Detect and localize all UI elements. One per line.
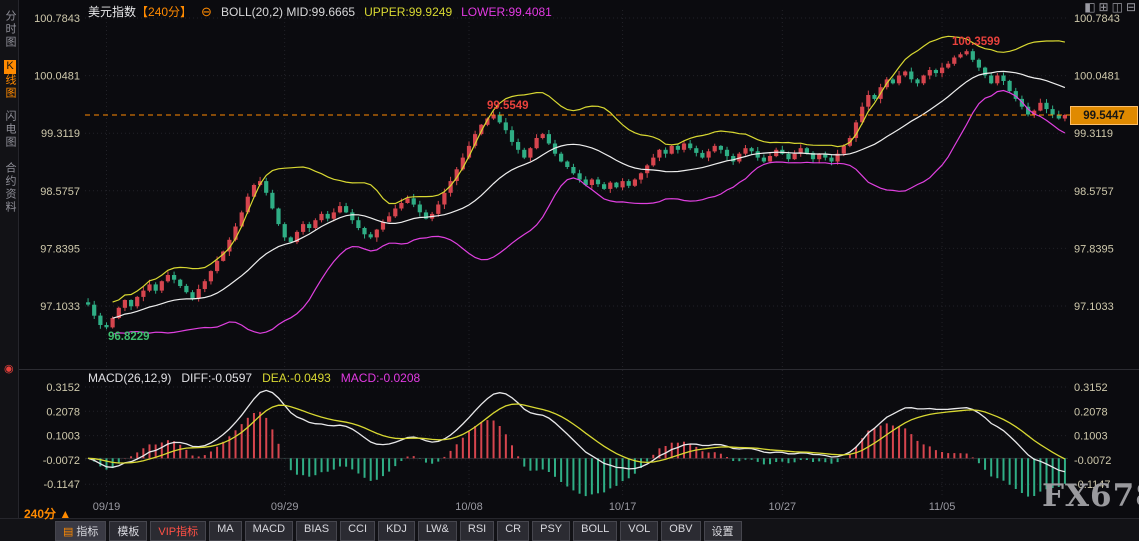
chevron-up-icon: ▲ [59, 507, 72, 521]
svg-text:97.1033: 97.1033 [40, 301, 80, 313]
tab-settings[interactable]: 设置 [703, 521, 742, 541]
svg-text:-0.0072: -0.0072 [43, 455, 80, 467]
svg-text:99.3119: 99.3119 [41, 128, 80, 140]
layout-split-left-icon[interactable]: ◧ [1084, 0, 1095, 14]
collapse-icon[interactable]: ⊖ [201, 4, 212, 20]
sidebar-item-kline-chart[interactable]: K线图 [3, 60, 16, 100]
indicator-grid-icon: ▤ [63, 526, 74, 538]
svg-text:09/19: 09/19 [93, 501, 121, 513]
macd-histogram [93, 411, 1066, 497]
tab-template[interactable]: 模板 [109, 521, 148, 541]
boll-mid-value: MID:99.6665 [286, 4, 356, 19]
svg-text:-0.0072: -0.0072 [1074, 455, 1111, 467]
boll-lower-value: LOWER:99.4081 [461, 4, 552, 19]
svg-text:10/08: 10/08 [455, 501, 483, 513]
gridlines [18, 10, 1139, 497]
macd-macd-value: MACD:-0.0208 [340, 371, 421, 385]
chart-canvas[interactable]: 100.7843 100.7843 100.0481 100.0481 99.3119 9… [0, 0, 1139, 541]
last-price-tag: 99.5447 [1070, 106, 1138, 125]
svg-text:97.8395: 97.8395 [40, 243, 80, 255]
svg-text:98.5757: 98.5757 [40, 186, 80, 198]
swing-high-annotation: 99.5549 [487, 100, 529, 112]
svg-text:0.3152: 0.3152 [46, 382, 80, 394]
svg-text:-0.1147: -0.1147 [44, 479, 81, 491]
boll-indicator-label: BOLL(20,2) [220, 4, 283, 19]
sidebar-item-contract-info[interactable]: 合约资料 [3, 162, 16, 214]
tab-obv[interactable]: OBV [661, 521, 701, 541]
sidebar-item-flash-chart[interactable]: 闪电图 [3, 110, 16, 149]
tab-cr[interactable]: CR [497, 521, 530, 541]
window-layout-icons: ◧ ⊞ ◫ ⊟ [1084, 0, 1136, 14]
svg-text:11/05: 11/05 [929, 501, 956, 513]
tab-boll[interactable]: BOLL [573, 521, 618, 541]
tab-label: 指标 [76, 526, 99, 538]
svg-text:97.8395: 97.8395 [1074, 243, 1114, 255]
macd-name: MACD(26,12,9) [88, 371, 172, 385]
tab-rsi[interactable]: RSI [459, 521, 495, 541]
svg-text:100.7843: 100.7843 [34, 13, 80, 25]
svg-text:0.1003: 0.1003 [46, 431, 80, 443]
period-label: 【240分】 [136, 5, 193, 19]
chart-header: 美元指数【240分】 ⊖ BOLL(20,2) MID:99.6665 UPPE… [88, 3, 552, 20]
layout-grid-icon[interactable]: ⊞ [1099, 0, 1109, 14]
svg-text:97.1033: 97.1033 [1074, 301, 1114, 313]
svg-text:100.0481: 100.0481 [34, 71, 80, 83]
tab-vip-indicator[interactable]: VIP指标 [150, 521, 207, 541]
tab-cci[interactable]: CCI [340, 521, 376, 541]
left-sidebar: 分时图 K线图 闪电图 合约资料 ◉ [0, 0, 19, 541]
macd-dea-value: DEA:-0.0493 [262, 371, 331, 385]
period-value: 240分 [24, 507, 57, 521]
axis-labels: 100.7843 100.7843 100.0481 100.0481 99.3119 9… [34, 13, 1120, 513]
tab-lwr[interactable]: LW& [417, 521, 457, 541]
app-window: 100.7843 100.7843 100.0481 100.0481 99.3119 9… [0, 0, 1139, 541]
svg-text:0.1003: 0.1003 [1074, 431, 1108, 443]
layout-rows-icon[interactable]: ⊟ [1126, 0, 1136, 14]
svg-text:100.0481: 100.0481 [1074, 71, 1120, 83]
svg-text:0.3152: 0.3152 [1074, 382, 1108, 394]
svg-text:09/29: 09/29 [271, 501, 299, 513]
svg-text:0.2078: 0.2078 [46, 406, 80, 418]
svg-text:10/17: 10/17 [609, 501, 637, 513]
svg-text:10/27: 10/27 [769, 501, 797, 513]
sidebar-item-time-chart[interactable]: 分时图 [3, 10, 16, 49]
tab-indicator[interactable]: ▤ 指标 [55, 521, 107, 541]
symbol-name: 美元指数 [88, 5, 137, 19]
macd-diff-value: DIFF:-0.0597 [181, 371, 253, 385]
fx678-watermark: FX678 [1042, 478, 1139, 514]
svg-text:0.2078: 0.2078 [1074, 406, 1108, 418]
tab-ma[interactable]: MA [209, 521, 242, 541]
svg-text:99.3119: 99.3119 [1074, 128, 1113, 140]
tab-psy[interactable]: PSY [532, 521, 571, 541]
tab-macd[interactable]: MACD [244, 521, 294, 541]
tab-vol[interactable]: VOL [620, 521, 659, 541]
macd-header: MACD(26,12,9) DIFF:-0.0597 DEA:-0.0493 M… [88, 371, 420, 385]
record-icon[interactable]: ◉ [4, 362, 14, 375]
svg-text:100.7843: 100.7843 [1074, 13, 1120, 25]
kline-label: 线图 [4, 74, 16, 100]
layout-split-right-icon[interactable]: ◫ [1112, 0, 1123, 14]
period-selector[interactable]: 240分 ▲ [24, 505, 71, 522]
kline-badge: K [4, 60, 16, 74]
tab-bias[interactable]: BIAS [296, 521, 338, 541]
boll-upper-value: UPPER:99.9249 [364, 4, 453, 19]
period-high-annotation: 100.3599 [952, 36, 1000, 48]
swing-low-annotation: 96.8229 [108, 331, 150, 343]
tab-kdj[interactable]: KDJ [378, 521, 415, 541]
svg-text:98.5757: 98.5757 [1074, 186, 1114, 198]
indicator-tabs: ▤ 指标 模板 VIP指标 MA MACD BIAS CCI KDJ LW& RS… [55, 521, 742, 541]
candles-layer [86, 48, 1067, 330]
